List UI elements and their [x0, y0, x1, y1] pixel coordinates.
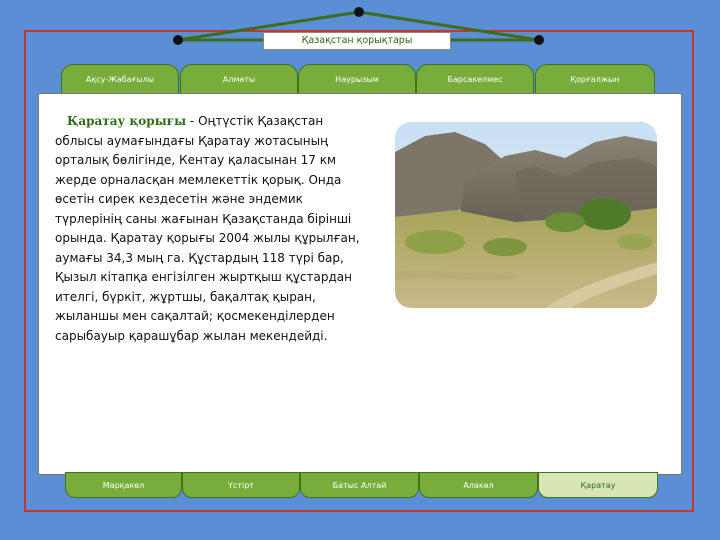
article-body: - Оңтүстік Қазақстан облысы аумағындағы …: [55, 114, 360, 343]
tab-markakol[interactable]: Марқакөл: [65, 472, 182, 498]
article-heading: Қаратау қорығы: [67, 114, 187, 128]
tab-alakol[interactable]: Алакөл: [419, 472, 538, 498]
tab-ustirt[interactable]: Үстірт: [182, 472, 300, 498]
content-panel: Қаратау қорығы - Оңтүстік Қазақстан облы…: [38, 93, 682, 475]
mountain-landscape-photo: [395, 122, 657, 308]
article-text: Қаратау қорығы - Оңтүстік Қазақстан облы…: [55, 112, 367, 346]
tab-karatau[interactable]: Қаратау: [538, 472, 658, 498]
tab-batys-altai[interactable]: Батыс Алтай: [300, 472, 419, 498]
slide-title: Қазақстан қорықтары: [263, 32, 451, 50]
